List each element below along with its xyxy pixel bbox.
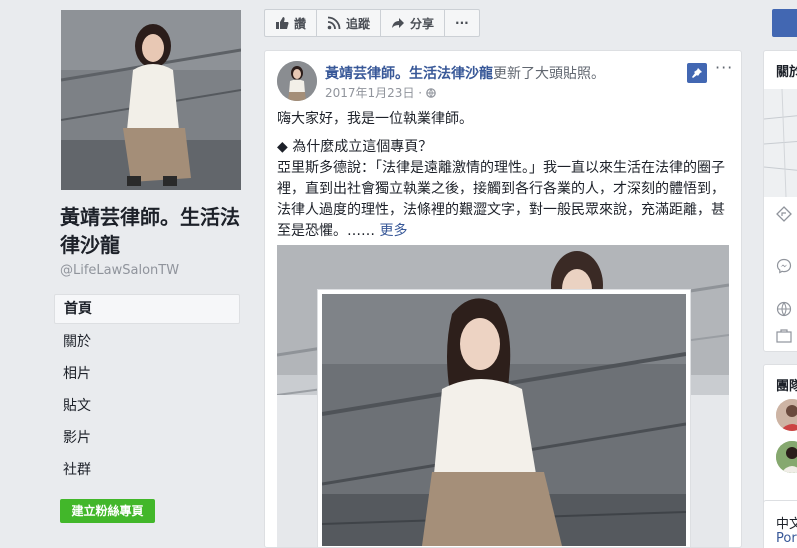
- profile-picture: [322, 294, 686, 546]
- team-card-title: 團隊: [776, 379, 797, 394]
- share-button[interactable]: 分享: [381, 9, 446, 37]
- page-handle[interactable]: @LifeLawSalonTW: [60, 263, 179, 278]
- nav-item-photos[interactable]: 相片: [54, 358, 240, 390]
- team-member-avatar-image: [776, 441, 797, 473]
- primary-action-button[interactable]: [772, 9, 797, 37]
- avatar-image: [277, 61, 317, 101]
- more-options-label: ···: [455, 16, 469, 30]
- post-options-button[interactable]: ···: [715, 58, 733, 77]
- category-icon: [776, 329, 792, 343]
- nav-item-about[interactable]: 關於: [54, 326, 240, 358]
- post-timestamp[interactable]: 2017年1月23日 ·: [325, 84, 436, 101]
- left-column: 黃靖芸律師。生活法律沙龍 @LifeLawSalonTW 首頁 關於 相片 貼文…: [54, 0, 244, 548]
- like-button[interactable]: 讚: [264, 9, 318, 37]
- post-text-line: ◆ 為什麼成立這個專頁？ 亞里斯多德說：「法律是遠離激情的理性。」我一直以來生活在…: [277, 137, 733, 242]
- globe-icon: [426, 88, 436, 98]
- messenger-icon: [776, 258, 792, 274]
- see-more-link[interactable]: 更多: [379, 223, 407, 239]
- create-page-button[interactable]: 建立粉絲專頁: [60, 499, 155, 523]
- language-option[interactable]: Por: [776, 531, 797, 546]
- profile-picture-image: [322, 294, 686, 546]
- post-text-span: 亞里斯多德說：「法律是遠離激情的理性。」我一直以來生活在法律的圈子裡，直到出社會…: [277, 160, 725, 239]
- globe-icon: [776, 301, 792, 317]
- post-text-line: 嗨大家好，我是一位執業律師。: [277, 111, 473, 127]
- nav-item-community[interactable]: 社群: [54, 454, 240, 486]
- page-action-bar: 讚 追蹤 分享 ···: [264, 9, 480, 37]
- profile-photo[interactable]: [61, 10, 241, 190]
- page-title[interactable]: 黃靖芸律師。生活法律沙龍: [60, 203, 246, 259]
- more-options-button[interactable]: ···: [445, 9, 480, 37]
- directions-icon: [776, 206, 792, 222]
- post-text: 嗨大家好，我是一位執業律師。 ◆ 為什麼成立這個專頁？ 亞里斯多德說：「法律是遠離…: [277, 109, 733, 242]
- follow-label: 追蹤: [346, 16, 371, 31]
- right-column: 關於 團隊: [763, 50, 797, 548]
- pin-icon: [687, 63, 707, 83]
- nav-item-posts[interactable]: 貼文: [54, 390, 240, 422]
- team-member-avatar-image: [776, 399, 797, 431]
- team-member-avatar[interactable]: [776, 441, 797, 473]
- like-label: 讚: [294, 16, 307, 31]
- nav-item-videos[interactable]: 影片: [54, 422, 240, 454]
- post-header: 黃靖芸律師。生活法律沙龍更新了大頭貼照。: [325, 63, 605, 83]
- pinned-post: 黃靖芸律師。生活法律沙龍更新了大頭貼照。 2017年1月23日 · ··· 嗨大…: [264, 50, 742, 548]
- profile-picture-frame[interactable]: [317, 289, 691, 547]
- share-arrow-icon: [392, 18, 405, 28]
- current-language[interactable]: 中文: [776, 513, 797, 532]
- post-action-text: 更新了大頭貼照。: [493, 66, 605, 82]
- pushpin-glyph: [692, 68, 702, 78]
- post-date-text: 2017年1月23日 ·: [325, 86, 426, 100]
- post-author-link[interactable]: 黃靖芸律師。生活法律沙龍: [325, 66, 493, 82]
- about-card-title: 關於: [776, 65, 797, 80]
- about-card: 關於: [763, 50, 797, 352]
- profile-photo-image: [61, 10, 241, 190]
- language-card: 中文 Por: [763, 500, 797, 548]
- avatar[interactable]: [277, 61, 317, 101]
- post-text-span: ◆ 為什麼成立這個專頁？: [277, 139, 433, 155]
- follow-button[interactable]: 追蹤: [317, 9, 382, 37]
- map-thumbnail[interactable]: [764, 89, 797, 197]
- team-member-avatar[interactable]: [776, 399, 797, 431]
- share-label: 分享: [410, 16, 435, 31]
- nav-item-home[interactable]: 首頁: [54, 294, 240, 324]
- thumbs-up-icon: [276, 17, 289, 29]
- page-nav: 首頁 關於 相片 貼文 影片 社群: [54, 294, 240, 486]
- rss-follow-icon: [327, 16, 341, 30]
